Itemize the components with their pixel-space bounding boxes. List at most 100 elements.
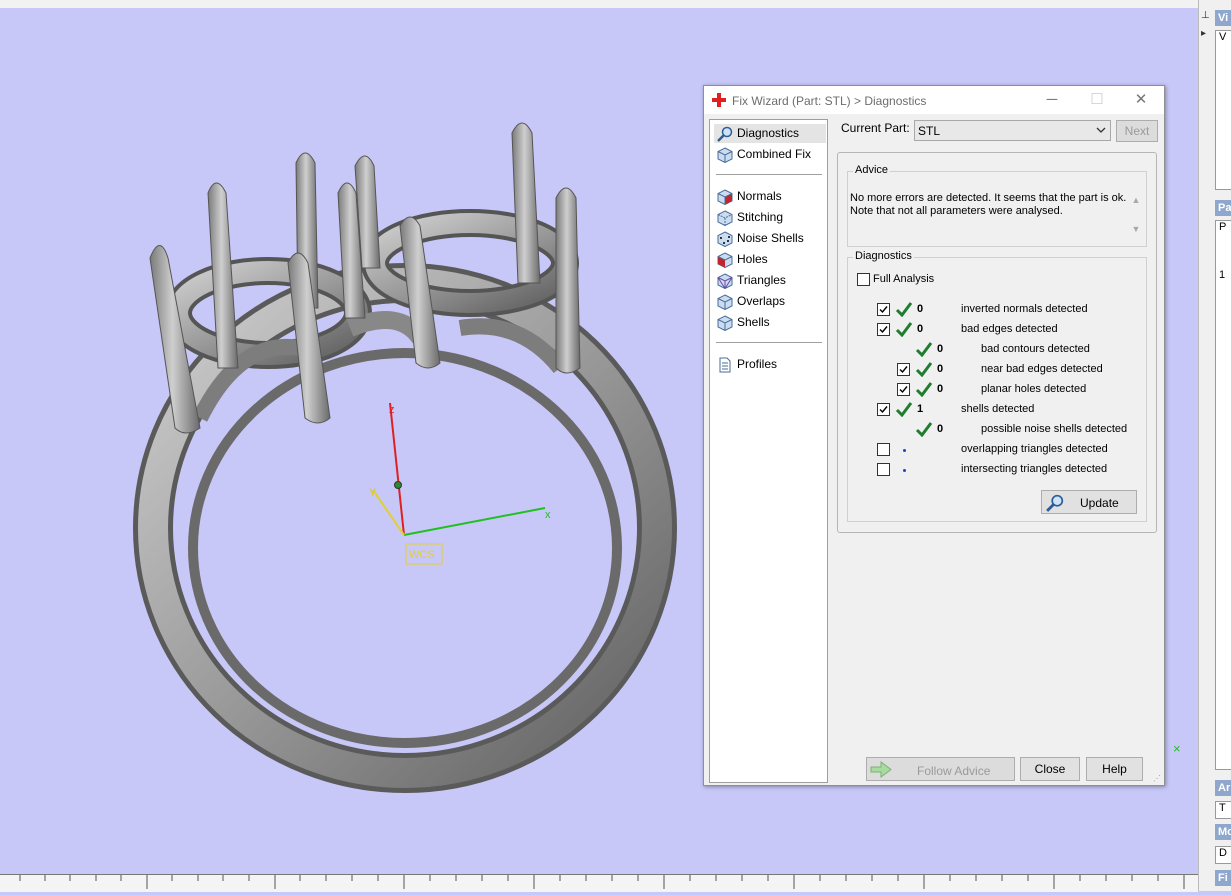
green-check-icon [915, 422, 933, 437]
triangles-cube-icon [717, 273, 733, 289]
planar-holes-checkbox[interactable] [897, 383, 910, 396]
planar-holes-label: planar holes detected [981, 383, 1087, 395]
nav-item-shells[interactable]: Shells [714, 313, 826, 332]
bad-edges-label: bad edges detected [961, 323, 1058, 335]
current-part-value: STL [918, 124, 941, 138]
follow-advice-label: Follow Advice [917, 764, 991, 778]
advice-text-box: No more errors are detected. It seems th… [849, 190, 1144, 244]
panel-header-views[interactable]: Vi [1215, 10, 1231, 26]
next-button[interactable]: Next [1116, 120, 1158, 142]
nav-item-label: Stitching [737, 210, 784, 224]
panel-field-area: T [1215, 801, 1231, 819]
inverted-normals-label: inverted normals detected [961, 303, 1088, 315]
nav-item-triangles[interactable]: Triangles [714, 271, 826, 290]
overlapping-triangles-checkbox[interactable] [877, 443, 890, 456]
green-check-icon [895, 322, 913, 337]
cube-icon [717, 147, 733, 163]
nav-item-label: Noise Shells [737, 231, 804, 245]
magnifier-icon [1046, 494, 1064, 512]
help-button[interactable]: Help [1086, 757, 1143, 781]
intersecting-triangles-checkbox[interactable] [877, 463, 890, 476]
holes-cube-icon [717, 252, 733, 268]
minimize-button[interactable]: ─ [1037, 90, 1067, 110]
nav-item-noise-shells[interactable]: Noise Shells [714, 229, 826, 248]
stitching-cube-icon [717, 210, 733, 226]
panel-arrow-icon[interactable]: ▸ [1201, 28, 1206, 39]
x-axis-label: x [545, 509, 551, 521]
overlapping-triangles-label: overlapping triangles detected [961, 443, 1108, 455]
right-side-panel: ⊥ ▸ Vi V Pa P 1 Ar T Mo D Fi [1198, 0, 1231, 891]
fix-nav-list: Diagnostics Combined Fix Normals Stitchi… [709, 119, 828, 783]
green-check-icon [895, 302, 913, 317]
not-run-dot-icon [903, 469, 906, 472]
nav-item-stitching[interactable]: Stitching [714, 208, 826, 227]
diagnostics-panel: Advice No more errors are detected. It s… [837, 152, 1157, 533]
scroll-down-icon[interactable]: ▼ [1128, 223, 1144, 236]
maximize-button[interactable]: ☐ [1082, 90, 1112, 110]
close-window-button[interactable]: ✕ [1126, 90, 1156, 110]
noise-shells-count: 0 [937, 423, 944, 435]
scroll-up-icon[interactable]: ▲ [1128, 194, 1144, 207]
advice-scrollbar[interactable]: ▲ ▼ [1128, 190, 1144, 240]
magnifier-icon [717, 126, 733, 142]
panel-header-parts[interactable]: Pa [1215, 200, 1231, 216]
nav-item-label: Combined Fix [737, 147, 812, 161]
panel-field-views: V [1215, 30, 1231, 190]
advice-text: No more errors are detected. It seems th… [850, 192, 1127, 217]
inverted-normals-checkbox[interactable] [877, 303, 890, 316]
arrow-right-icon [870, 761, 892, 778]
current-part-label: Current Part: [841, 121, 910, 135]
resize-grip-icon[interactable]: ⋰ [1153, 774, 1163, 784]
nav-divider [716, 342, 822, 343]
y-axis-label: Y [369, 487, 377, 499]
near-bad-edges-label: near bad edges detected [981, 363, 1103, 375]
panel-field-parts-label: P [1219, 221, 1227, 233]
bad-contours-count: 0 [937, 343, 944, 355]
panel-field-parts: P 1 [1215, 220, 1231, 770]
panel-header-fix[interactable]: Fi [1215, 870, 1231, 886]
dialog-titlebar[interactable]: Fix Wizard (Part: STL) > Diagnostics ─ ☐… [704, 86, 1164, 114]
pin-icon[interactable]: ⊥ [1201, 10, 1210, 21]
nav-item-label: Normals [737, 189, 782, 203]
nav-item-overlaps[interactable]: Overlaps [714, 292, 826, 311]
nav-item-diagnostics[interactable]: Diagnostics [714, 124, 826, 143]
not-run-dot-icon [903, 449, 906, 452]
document-icon [719, 357, 731, 373]
near-bad-edges-checkbox[interactable] [897, 363, 910, 376]
nav-divider [716, 174, 822, 175]
diagnostics-title: Diagnostics [853, 250, 914, 262]
nav-item-combined-fix[interactable]: Combined Fix [714, 145, 826, 164]
shells-cube-icon [717, 315, 733, 331]
update-button[interactable]: Update [1041, 490, 1137, 514]
green-check-icon [915, 382, 933, 397]
bad-edges-checkbox[interactable] [877, 323, 890, 336]
nav-item-label: Profiles [737, 357, 778, 371]
wcs-label: WCS [409, 549, 435, 561]
panel-header-mode[interactable]: Mo [1215, 824, 1231, 840]
fix-wizard-dialog: Fix Wizard (Part: STL) > Diagnostics ─ ☐… [703, 85, 1165, 786]
nav-item-profiles[interactable]: Profiles [714, 355, 826, 374]
green-check-icon [895, 402, 913, 417]
full-analysis-checkbox[interactable] [857, 273, 870, 286]
panel-header-area[interactable]: Ar [1215, 780, 1231, 796]
intersecting-triangles-label: intersecting triangles detected [961, 463, 1108, 475]
red-cross-icon [712, 93, 726, 107]
nav-item-normals[interactable]: Normals [714, 187, 826, 206]
bottom-ruler [0, 874, 1198, 892]
follow-advice-button[interactable]: Follow Advice [866, 757, 1015, 781]
nav-item-holes[interactable]: Holes [714, 250, 826, 269]
chevron-down-icon [1096, 127, 1106, 133]
nav-item-label: Holes [737, 252, 768, 266]
panel-field-parts-value: 1 [1219, 269, 1226, 281]
orientation-x-marker: × [1173, 741, 1181, 756]
inverted-normals-count: 0 [917, 303, 924, 315]
advice-title: Advice [853, 164, 891, 176]
near-bad-edges-count: 0 [937, 363, 944, 375]
update-label: Update [1080, 496, 1119, 510]
current-part-select[interactable]: STL [914, 120, 1111, 141]
close-button[interactable]: Close [1020, 757, 1080, 781]
full-analysis-label: Full Analysis [873, 273, 935, 285]
green-check-icon [915, 362, 933, 377]
shells-label: shells detected [961, 403, 1035, 415]
shells-checkbox[interactable] [877, 403, 890, 416]
